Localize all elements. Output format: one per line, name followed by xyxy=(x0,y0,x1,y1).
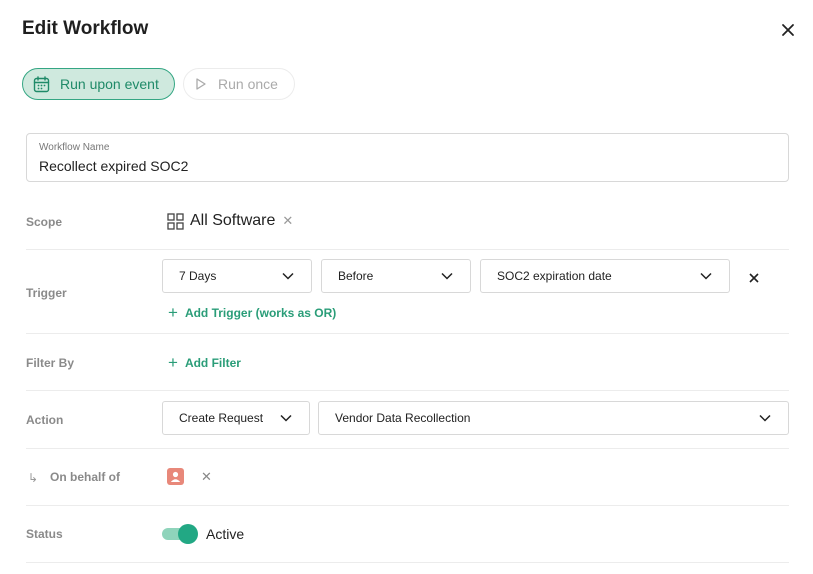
status-label: Status xyxy=(26,527,63,541)
grid-icon xyxy=(167,212,184,230)
plus-icon: + xyxy=(168,353,178,372)
add-filter-link[interactable]: + Add Filter xyxy=(168,353,241,372)
action-type-value: Create Request xyxy=(179,411,264,425)
chevron-down-icon xyxy=(441,272,453,280)
toggle-knob xyxy=(178,524,198,544)
subitem-arrow-icon: ↳ xyxy=(28,471,39,485)
close-icon xyxy=(749,273,759,283)
close-icon xyxy=(782,24,794,36)
divider xyxy=(26,448,789,449)
on-behalf-label: On behalf of xyxy=(50,470,120,484)
plus-icon: + xyxy=(168,303,178,322)
trigger-relation-value: Before xyxy=(338,269,374,283)
play-icon xyxy=(196,78,206,90)
workflow-name-input[interactable] xyxy=(39,158,769,174)
page-title: Edit Workflow xyxy=(22,18,149,39)
divider xyxy=(26,562,789,563)
remove-behalf-icon[interactable]: ✕ xyxy=(201,469,212,485)
action-type-select[interactable]: Create Request xyxy=(162,401,310,435)
trigger-event-select[interactable]: SOC2 expiration date xyxy=(480,259,730,293)
action-value-select[interactable]: Vendor Data Recollection xyxy=(318,401,789,435)
trigger-event-value: SOC2 expiration date xyxy=(497,269,612,283)
scope-value: All Software xyxy=(190,212,276,229)
divider xyxy=(26,505,789,506)
chevron-down-icon xyxy=(700,272,712,280)
workflow-name-label: Workflow Name xyxy=(39,142,110,153)
action-label: Action xyxy=(26,413,64,427)
filter-label: Filter By xyxy=(26,356,75,370)
action-value: Vendor Data Recollection xyxy=(335,411,471,425)
workflow-name-field[interactable]: Workflow Name xyxy=(26,133,789,182)
divider xyxy=(26,333,789,334)
avatar xyxy=(167,468,184,485)
run-once-label: Run once xyxy=(218,76,278,92)
trigger-duration-value: 7 Days xyxy=(179,269,217,283)
run-upon-event-button[interactable]: Run upon event xyxy=(22,68,175,100)
scope-chip[interactable]: All Software ✕ xyxy=(167,212,293,230)
user-icon xyxy=(170,471,181,482)
chevron-down-icon xyxy=(280,414,292,422)
chevron-down-icon xyxy=(759,414,771,422)
scope-remove-icon[interactable]: ✕ xyxy=(282,213,293,229)
trigger-label: Trigger xyxy=(26,286,67,300)
trigger-duration-select[interactable]: 7 Days xyxy=(162,259,312,293)
run-upon-event-label: Run upon event xyxy=(60,76,159,92)
status-toggle[interactable] xyxy=(162,524,198,544)
divider xyxy=(26,390,789,391)
calendar-icon xyxy=(33,75,50,92)
status-value: Active xyxy=(206,526,245,542)
remove-trigger-button[interactable] xyxy=(747,271,761,285)
add-trigger-label: Add Trigger (works as OR) xyxy=(184,306,337,320)
divider xyxy=(26,249,789,250)
trigger-relation-select[interactable]: Before xyxy=(321,259,471,293)
add-filter-label: Add Filter xyxy=(184,356,241,370)
close-button[interactable] xyxy=(778,20,798,40)
scope-label: Scope xyxy=(26,215,63,229)
run-once-button[interactable]: Run once xyxy=(183,68,295,100)
chevron-down-icon xyxy=(282,272,294,280)
add-trigger-link[interactable]: + Add Trigger (works as OR) xyxy=(168,303,337,322)
